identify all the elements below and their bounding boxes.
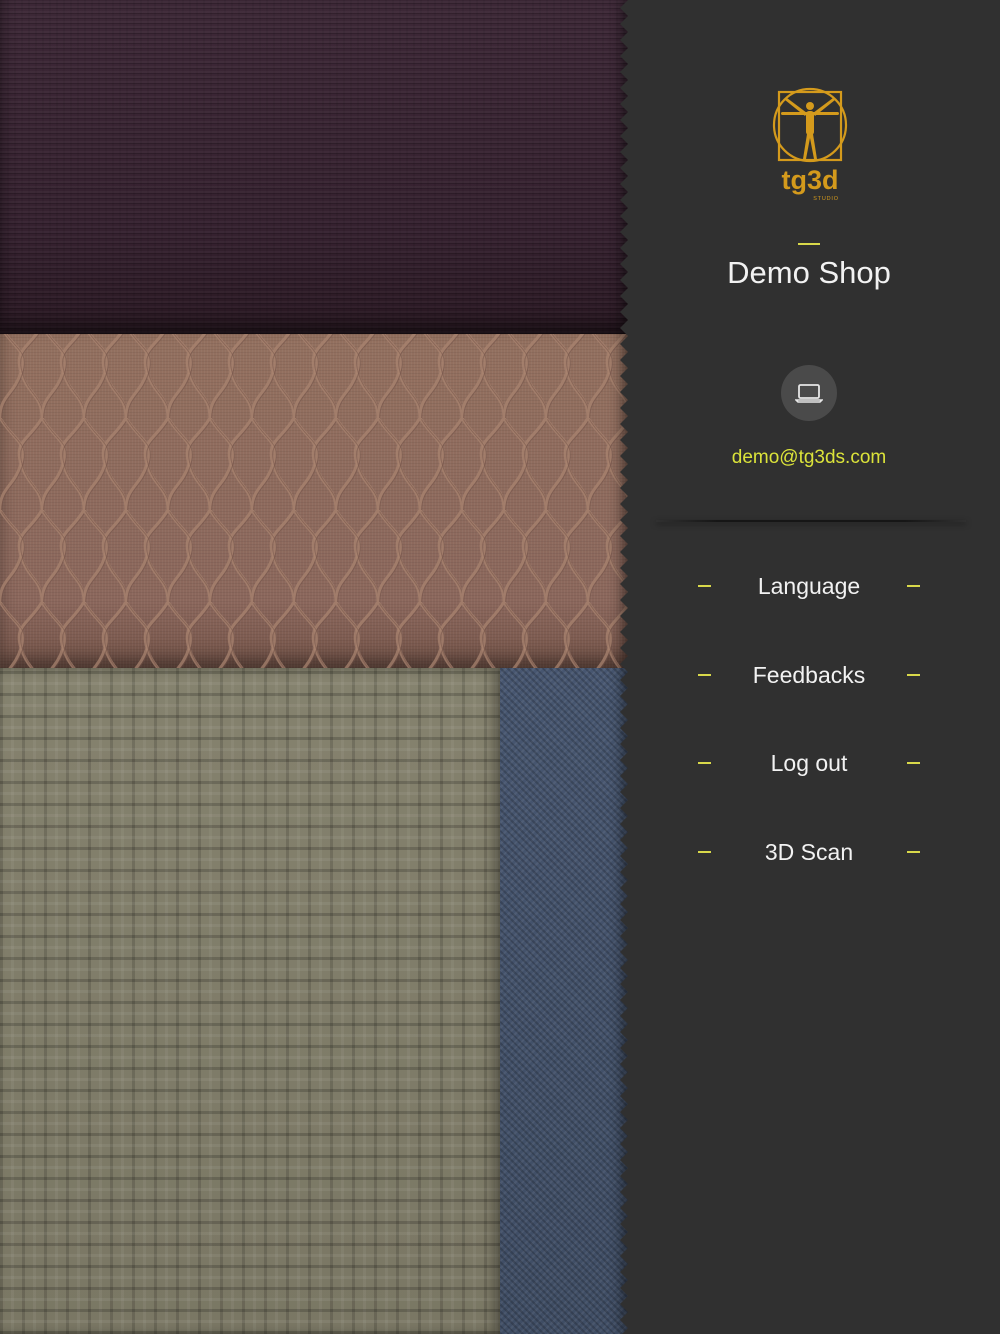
- fabric-swatch-purple[interactable]: [0, 0, 634, 334]
- menu-item-label: Feedbacks: [752, 662, 866, 688]
- menu-item-label: Language: [757, 573, 861, 599]
- dash-left: [698, 851, 711, 853]
- svg-text:STUDIO: STUDIO: [813, 196, 839, 202]
- dash-left: [698, 585, 711, 587]
- dash-left: [698, 762, 711, 764]
- zigzag-edge: [620, 0, 634, 1334]
- laptop-icon: [795, 384, 823, 403]
- menu-item-log-out[interactable]: Log out: [698, 743, 920, 783]
- dash-right: [907, 585, 920, 587]
- account-email: demo@tg3ds.com: [731, 447, 887, 468]
- menu-item-label: Log out: [770, 750, 848, 776]
- section-divider: [656, 520, 966, 522]
- fabric-swatch-olive[interactable]: [0, 668, 500, 1334]
- tg3d-logo-icon: tg3d STUDIO: [772, 87, 848, 202]
- diamond-pattern: [0, 334, 634, 668]
- menu-item-label: 3D Scan: [764, 839, 854, 865]
- svg-text:tg3d: tg3d: [782, 165, 839, 195]
- app-screen: tg3d STUDIO Demo Shop demo@tg3ds.com Lan…: [0, 0, 1000, 1334]
- fabric-swatch-pink[interactable]: [0, 334, 634, 668]
- device-button[interactable]: [781, 365, 837, 421]
- title-accent-dash: [798, 243, 820, 245]
- dash-right: [907, 851, 920, 853]
- dash-right: [907, 762, 920, 764]
- shop-name: Demo Shop: [727, 255, 891, 290]
- dash-left: [698, 674, 711, 676]
- fabric-swatch-blue[interactable]: [500, 668, 634, 1334]
- menu-item-3d-scan[interactable]: 3D Scan: [698, 832, 920, 872]
- menu-item-feedbacks[interactable]: Feedbacks: [698, 655, 920, 695]
- menu-item-language[interactable]: Language: [698, 566, 920, 606]
- side-menu: tg3d STUDIO Demo Shop demo@tg3ds.com Lan…: [620, 0, 1000, 1334]
- fabric-gallery: [0, 0, 634, 1334]
- dash-right: [907, 674, 920, 676]
